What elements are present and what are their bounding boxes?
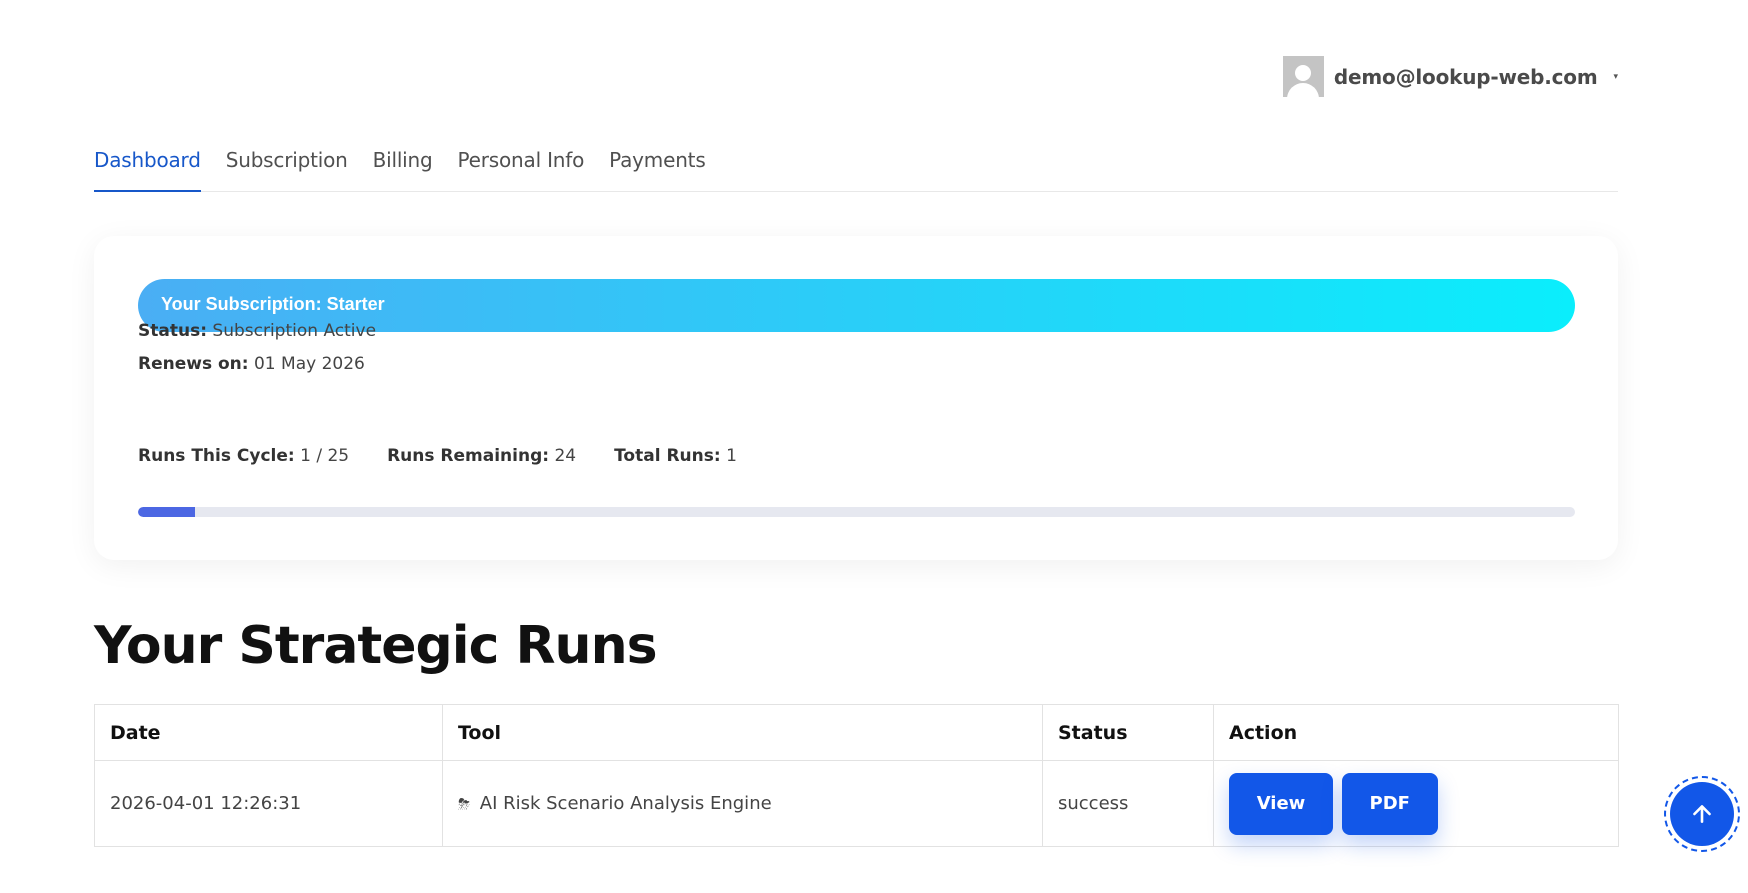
runs-cycle-value: 1 / 25 — [300, 446, 350, 466]
status-line: Status: Subscription Active — [138, 321, 376, 341]
table-header-row: Date Tool Status Action — [94, 704, 1619, 761]
tab-dashboard[interactable]: Dashboard — [94, 142, 201, 192]
runs-remaining-label: Runs Remaining: — [387, 446, 550, 466]
subscription-card: Your Subscription: Starter Status: Subsc… — [94, 236, 1618, 560]
renews-line: Renews on: 01 May 2026 — [138, 354, 365, 374]
status-value: Subscription Active — [212, 321, 377, 341]
runs-progress-bar — [138, 507, 1575, 517]
page-title: Your Strategic Runs — [94, 616, 658, 676]
total-runs-label: Total Runs: — [614, 446, 721, 466]
tab-subscription[interactable]: Subscription — [226, 142, 348, 192]
header-date: Date — [94, 704, 443, 761]
table-row: 2026-04-01 12:26:31 ⛈ AI Risk Scenario A… — [94, 760, 1619, 847]
arrow-up-icon — [1693, 805, 1711, 823]
user-menu[interactable]: demo@lookup-web.com ▾ — [1282, 56, 1618, 97]
runs-remaining-value: 24 — [554, 446, 577, 466]
run-tool-cell: ⛈ AI Risk Scenario Analysis Engine — [442, 760, 1043, 847]
header-action: Action — [1213, 704, 1619, 761]
chevron-down-icon[interactable]: ▾ — [1613, 71, 1618, 82]
pdf-button[interactable]: PDF — [1341, 772, 1438, 835]
total-runs-value: 1 — [726, 446, 737, 466]
run-tool: AI Risk Scenario Analysis Engine — [479, 793, 772, 814]
status-label: Status: — [138, 321, 207, 341]
run-status: success — [1042, 760, 1214, 847]
storm-icon: ⛈ — [458, 795, 471, 813]
tab-personal-info[interactable]: Personal Info — [458, 142, 585, 192]
view-button[interactable]: View — [1229, 772, 1333, 835]
runs-progress-fill — [138, 507, 196, 517]
user-avatar-icon — [1282, 56, 1324, 97]
runs-cycle-label: Runs This Cycle: — [138, 446, 295, 466]
tab-billing[interactable]: Billing — [373, 142, 433, 192]
total-runs: Total Runs: 1 — [614, 446, 737, 466]
header-status: Status — [1042, 704, 1214, 761]
run-date: 2026-04-01 12:26:31 — [94, 760, 443, 847]
tab-payments[interactable]: Payments — [609, 142, 706, 192]
runs-table: Date Tool Status Action 2026-04-01 12:26… — [94, 704, 1619, 847]
runs-this-cycle: Runs This Cycle: 1 / 25 — [138, 446, 349, 466]
runs-remaining: Runs Remaining: 24 — [387, 446, 576, 466]
renews-value: 01 May 2026 — [253, 354, 365, 374]
scroll-to-top-button[interactable] — [1664, 776, 1740, 852]
renews-label: Renews on: — [138, 354, 249, 374]
header-tool: Tool — [442, 704, 1043, 761]
run-actions: View PDF — [1213, 760, 1619, 847]
run-stats: Runs This Cycle: 1 / 25 Runs Remaining: … — [138, 446, 737, 466]
account-tabs: Dashboard Subscription Billing Personal … — [94, 142, 1618, 192]
user-email: demo@lookup-web.com — [1333, 64, 1598, 89]
